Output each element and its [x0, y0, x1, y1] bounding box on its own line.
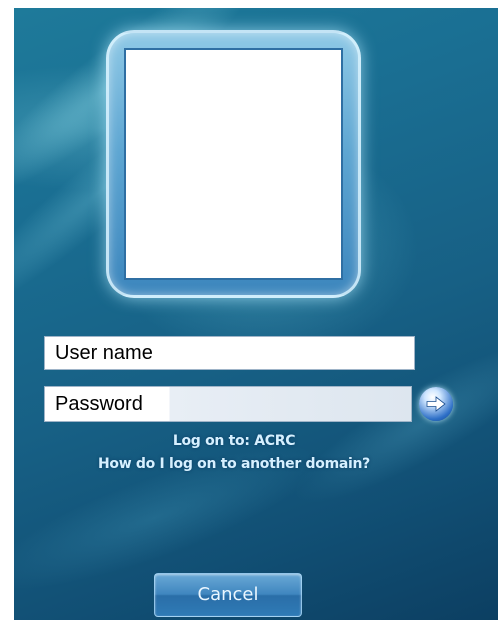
password-placeholder: Password — [55, 393, 143, 415]
arrow-right-icon — [426, 396, 446, 412]
username-field[interactable]: User name — [44, 336, 415, 370]
user-tile-frame — [106, 30, 361, 298]
submit-arrow-button[interactable] — [419, 387, 453, 421]
cancel-button[interactable]: Cancel — [154, 573, 302, 617]
logon-screen: User name Password Log on to: ACRC How d… — [14, 8, 498, 620]
password-field[interactable]: Password — [44, 386, 412, 422]
username-placeholder: User name — [55, 342, 153, 364]
user-picture — [124, 48, 343, 280]
logon-domain-text: Log on to: ACRC — [172, 433, 296, 449]
other-domain-link[interactable]: How do I log on to another domain? — [14, 456, 454, 472]
